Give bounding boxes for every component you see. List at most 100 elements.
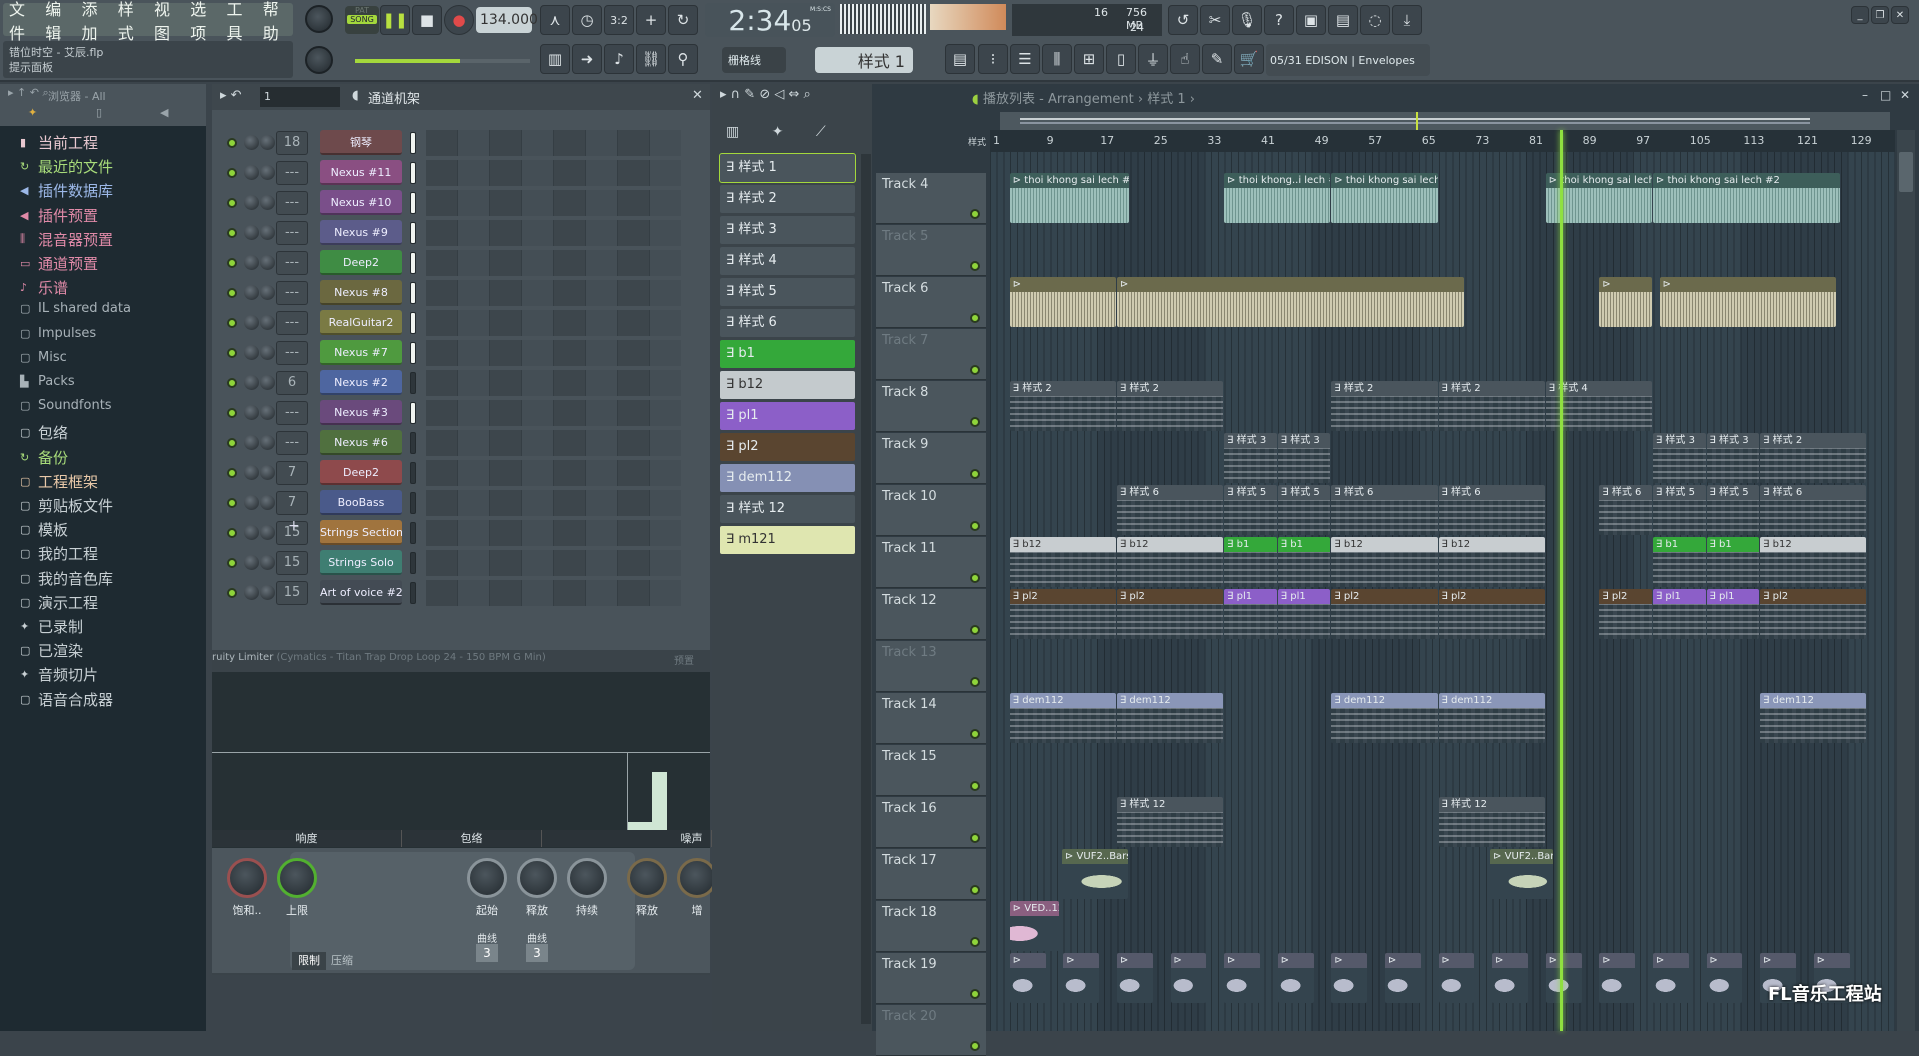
step-sequencer-row[interactable] [426,520,681,546]
channel-volume-knob[interactable] [260,315,275,330]
channel-mute-led[interactable] [227,258,237,268]
browser-item[interactable]: ▢ 我的工程 [20,543,98,564]
playlist-clip[interactable]: ⊳ [1545,953,1582,1003]
track-mute-led[interactable] [970,469,980,479]
browser-item[interactable]: ▢ 模板 [20,519,68,540]
track-header[interactable]: Track 16 [876,797,986,848]
channel-name-button[interactable]: Nexus #8 [320,280,402,305]
track-header[interactable]: Track 17 [876,849,986,900]
playlist-clip[interactable]: ⊳ thoi khong..i lech #2 [1224,173,1331,223]
loop-record-icon[interactable]: ↻ [668,5,698,35]
pattern-item[interactable]: ∃ pl2 [720,433,855,461]
channel-pan-knob[interactable] [244,195,259,210]
channel-name-button[interactable]: Nexus #11 [320,160,402,185]
menu-item[interactable]: 添加 [82,0,112,44]
playlist-clip[interactable]: ⊳ [1706,953,1743,1003]
channel-mute-led[interactable] [227,468,237,478]
tab-compress[interactable]: 压缩 [326,952,358,970]
channel-volume-knob[interactable] [260,525,275,540]
playlist-clip[interactable]: ∃ 样式 2 [1760,433,1867,483]
channel-select-bar[interactable] [410,492,416,514]
playlist-title-bar[interactable]: ◖ 播放列表 - Arrangement › 样式 1 › [972,88,1195,107]
pattern-item[interactable]: ∃ pl1 [720,402,855,430]
menu-item[interactable]: 工具 [227,0,257,44]
menu-item[interactable]: 样式 [118,0,148,44]
limiter-knob[interactable] [677,858,717,898]
playlist-clip[interactable]: ⊳ [1277,953,1314,1003]
waveform-filter-icon[interactable]: ✦ [28,106,37,119]
channel-volume-knob[interactable] [260,135,275,150]
playlist-clip[interactable]: ∃ 样式 3 [1277,433,1331,483]
master-volume-knob[interactable] [305,5,333,33]
track-header[interactable]: Track 19 [876,953,986,1004]
track-header[interactable]: Track 9 [876,433,986,484]
channel-select-bar[interactable] [410,252,416,274]
track-header[interactable]: Track 12 [876,589,986,640]
browser-item[interactable]: ♪ 乐谱 [20,277,68,298]
playlist-clip[interactable]: ∃ 样式 3 [1652,433,1706,483]
channel-pan-knob[interactable] [244,495,259,510]
step-sequencer-row[interactable] [426,490,681,516]
pattern-item[interactable]: ∃ 样式 12 [720,495,855,523]
channel-select-bar[interactable] [410,132,416,154]
download-icon[interactable]: ⤓ [1392,5,1422,35]
channel-volume-knob[interactable] [260,405,275,420]
stop-button[interactable]: ■ [412,5,442,35]
channel-mute-led[interactable] [227,528,237,538]
channel-mute-led[interactable] [227,168,237,178]
step-sequencer-row[interactable] [426,160,681,186]
browser-item[interactable]: ▢ 剪贴板文件 [20,495,113,516]
channel-pan-knob[interactable] [244,315,259,330]
close-icon[interactable]: ✕ [1891,6,1909,24]
files-icon[interactable]: ▯ [1106,44,1136,74]
timeline-ruler[interactable]: 1 9 17 25 33 41 49 57 65 73 81 89 97 105 113 121 129 [990,130,1895,152]
browser-item[interactable]: ✦ 音频切片 [20,664,98,685]
channel-name-button[interactable]: Deep2 [320,460,402,485]
channel-mute-led[interactable] [227,288,237,298]
channel-volume-knob[interactable] [260,375,275,390]
playlist-clip[interactable]: ∃ 样式 12 [1438,797,1545,847]
track-header[interactable]: Track 15 [876,745,986,796]
playlist-minimize-icon[interactable]: – [1862,88,1868,102]
limiter-knob[interactable] [517,858,557,898]
pattern-item[interactable]: ∃ 样式 6 [720,309,855,337]
playlist-clip[interactable]: ⊳ thoi khong sai lech #2 [1331,173,1438,223]
step-sequencer-row[interactable] [426,250,681,276]
playlist-grid[interactable]: ⊳ thoi khong sai lech #2 ⊳ thoi khong..i … [990,152,1895,1031]
browser-item[interactable]: ▢ 已渲染 [20,640,83,661]
playlist-clip[interactable]: ⊳ [1009,953,1046,1003]
channel-select-bar[interactable] [410,312,416,334]
channel-select-bar[interactable] [410,372,416,394]
playlist-clip[interactable]: ∃ 样式 6 [1599,485,1652,535]
mixer-track-number[interactable]: 18 [276,131,308,155]
channel-pan-knob[interactable] [244,375,259,390]
track-mute-led[interactable] [970,885,980,895]
link-icon[interactable]: ⛓ [636,44,666,74]
limiter-knob[interactable] [467,858,507,898]
playlist-clip[interactable]: ⊳ [1492,953,1528,1003]
browser-item[interactable]: ▢ Soundfonts [20,398,112,413]
playlist-clip[interactable]: ⊳ [1438,953,1475,1003]
playlist-clip[interactable]: ∃ dem112 [1331,693,1438,743]
channel-volume-knob[interactable] [260,555,275,570]
browser-item[interactable]: ▢ 我的音色库 [20,568,113,589]
channel-select-bar[interactable] [410,522,416,544]
playlist-clip[interactable]: ∃ pl2 [1438,589,1545,639]
channel-pan-knob[interactable] [244,465,259,480]
mixer-track-number[interactable]: --- [276,191,308,215]
channel-pan-knob[interactable] [244,405,259,420]
channel-name-button[interactable]: Nexus #10 [320,190,402,215]
step-edit-icon[interactable]: + [636,5,666,35]
playlist-clip[interactable]: ∃ b1 [1706,537,1760,587]
playlist-clip[interactable]: ⊳ [1170,953,1207,1003]
track-mute-led[interactable] [970,365,980,375]
channel-mute-led[interactable] [227,498,237,508]
pat-song-toggle[interactable]: PAT SONG [345,6,379,34]
tool-icon[interactable]: ✎ [1202,44,1232,74]
track-mute-led[interactable] [970,729,980,739]
channel-select-bar[interactable] [410,162,416,184]
swing-selector[interactable]: 1 [260,87,340,107]
stamp-icon[interactable]: ⚲ [668,44,698,74]
master-pitch-knob[interactable] [305,46,333,74]
channel-mute-led[interactable] [227,198,237,208]
